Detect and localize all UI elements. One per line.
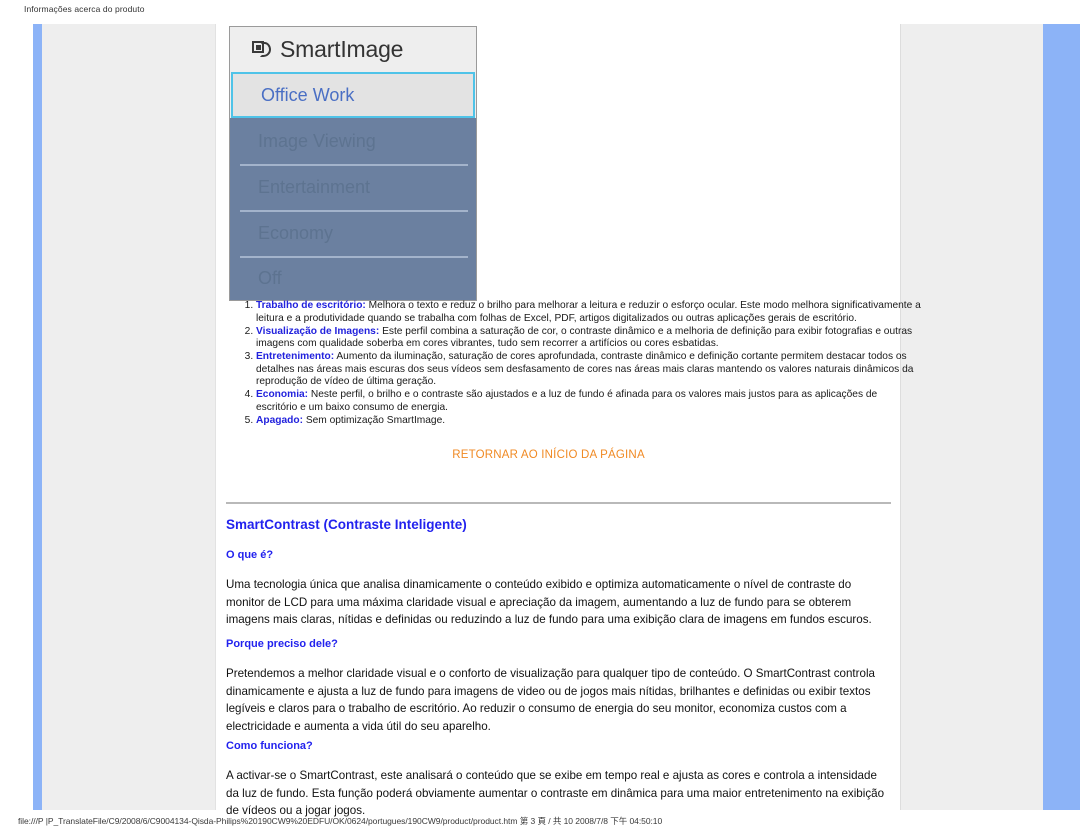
smartcontrast-heading: SmartContrast (Contraste Inteligente) <box>226 517 467 532</box>
heading-como-funciona: Como funciona? <box>226 740 313 752</box>
paragraph-porque-preciso-dele: Pretendemos a melhor claridade visual e … <box>226 667 875 733</box>
page-right-gray-margin <box>900 24 1044 810</box>
feature-text: Aumento da iluminação, saturação de core… <box>256 351 914 388</box>
smartimage-option-economy[interactable]: Economy <box>230 210 476 256</box>
smartimage-option-image-viewing[interactable]: Image Viewing <box>230 118 476 164</box>
feature-term: Trabalho de escritório: <box>256 300 366 311</box>
feature-term: Apagado: <box>256 414 303 426</box>
feature-text: Neste perfil, o brilho e o contraste são… <box>256 389 878 413</box>
smartimage-titlebar: SmartImage <box>230 27 476 72</box>
list-item: Entretenimento: Aumento da iluminação, s… <box>256 351 921 389</box>
feature-term: Economia: <box>256 389 309 401</box>
heading-porque-preciso-dele: Porque preciso dele? <box>226 638 338 650</box>
smartimage-option-off[interactable]: Off <box>230 256 476 300</box>
list-item: Trabalho de escritório: Melhora o texto … <box>256 300 921 325</box>
heading-o-que-e: O que é? <box>226 549 274 561</box>
print-header: Informações acerca do produto <box>24 4 145 14</box>
page-content: SmartImage Office Work Image Viewing Ent… <box>216 24 921 817</box>
smartimage-option-office-work[interactable]: Office Work <box>231 72 475 118</box>
paragraph-como-funciona: A activar-se o SmartContrast, este anali… <box>226 769 885 818</box>
feature-term: Entretenimento: <box>256 351 335 363</box>
paragraph-o-que-e: Uma tecnologia única que analisa dinamic… <box>226 578 872 627</box>
page-right-blue-bar <box>1043 24 1080 810</box>
feature-term: Visualização de Imagens: <box>256 325 380 337</box>
smartimage-feature-list: Trabalho de escritório: Melhora o texto … <box>226 300 921 428</box>
feature-text: Sem optimização SmartImage. <box>302 414 446 426</box>
smartimage-title: SmartImage <box>280 36 404 62</box>
section-divider <box>226 502 891 505</box>
list-item: Economia: Neste perfil, o brilho e o con… <box>256 389 921 414</box>
print-footer: file:///P |P_TranslateFile/C9/2008/6/C90… <box>18 816 663 826</box>
printed-page: SmartImage Office Work Image Viewing Ent… <box>0 24 1080 817</box>
list-item: Apagado: Sem optimização SmartImage. <box>256 415 921 428</box>
page-left-blue-bar <box>33 24 42 810</box>
list-item: Visualização de Imagens: Este perfil com… <box>256 326 921 351</box>
smartimage-option-entertainment[interactable]: Entertainment <box>230 164 476 210</box>
smartimage-logo-icon <box>252 41 271 58</box>
smartimage-widget: SmartImage Office Work Image Viewing Ent… <box>229 26 477 301</box>
page-left-gray-margin <box>42 24 216 810</box>
smartimage-option-list: Image Viewing Entertainment Economy Off <box>230 118 476 300</box>
return-to-top-link[interactable]: RETORNAR AO INÍCIO DA PÁGINA <box>216 449 881 461</box>
